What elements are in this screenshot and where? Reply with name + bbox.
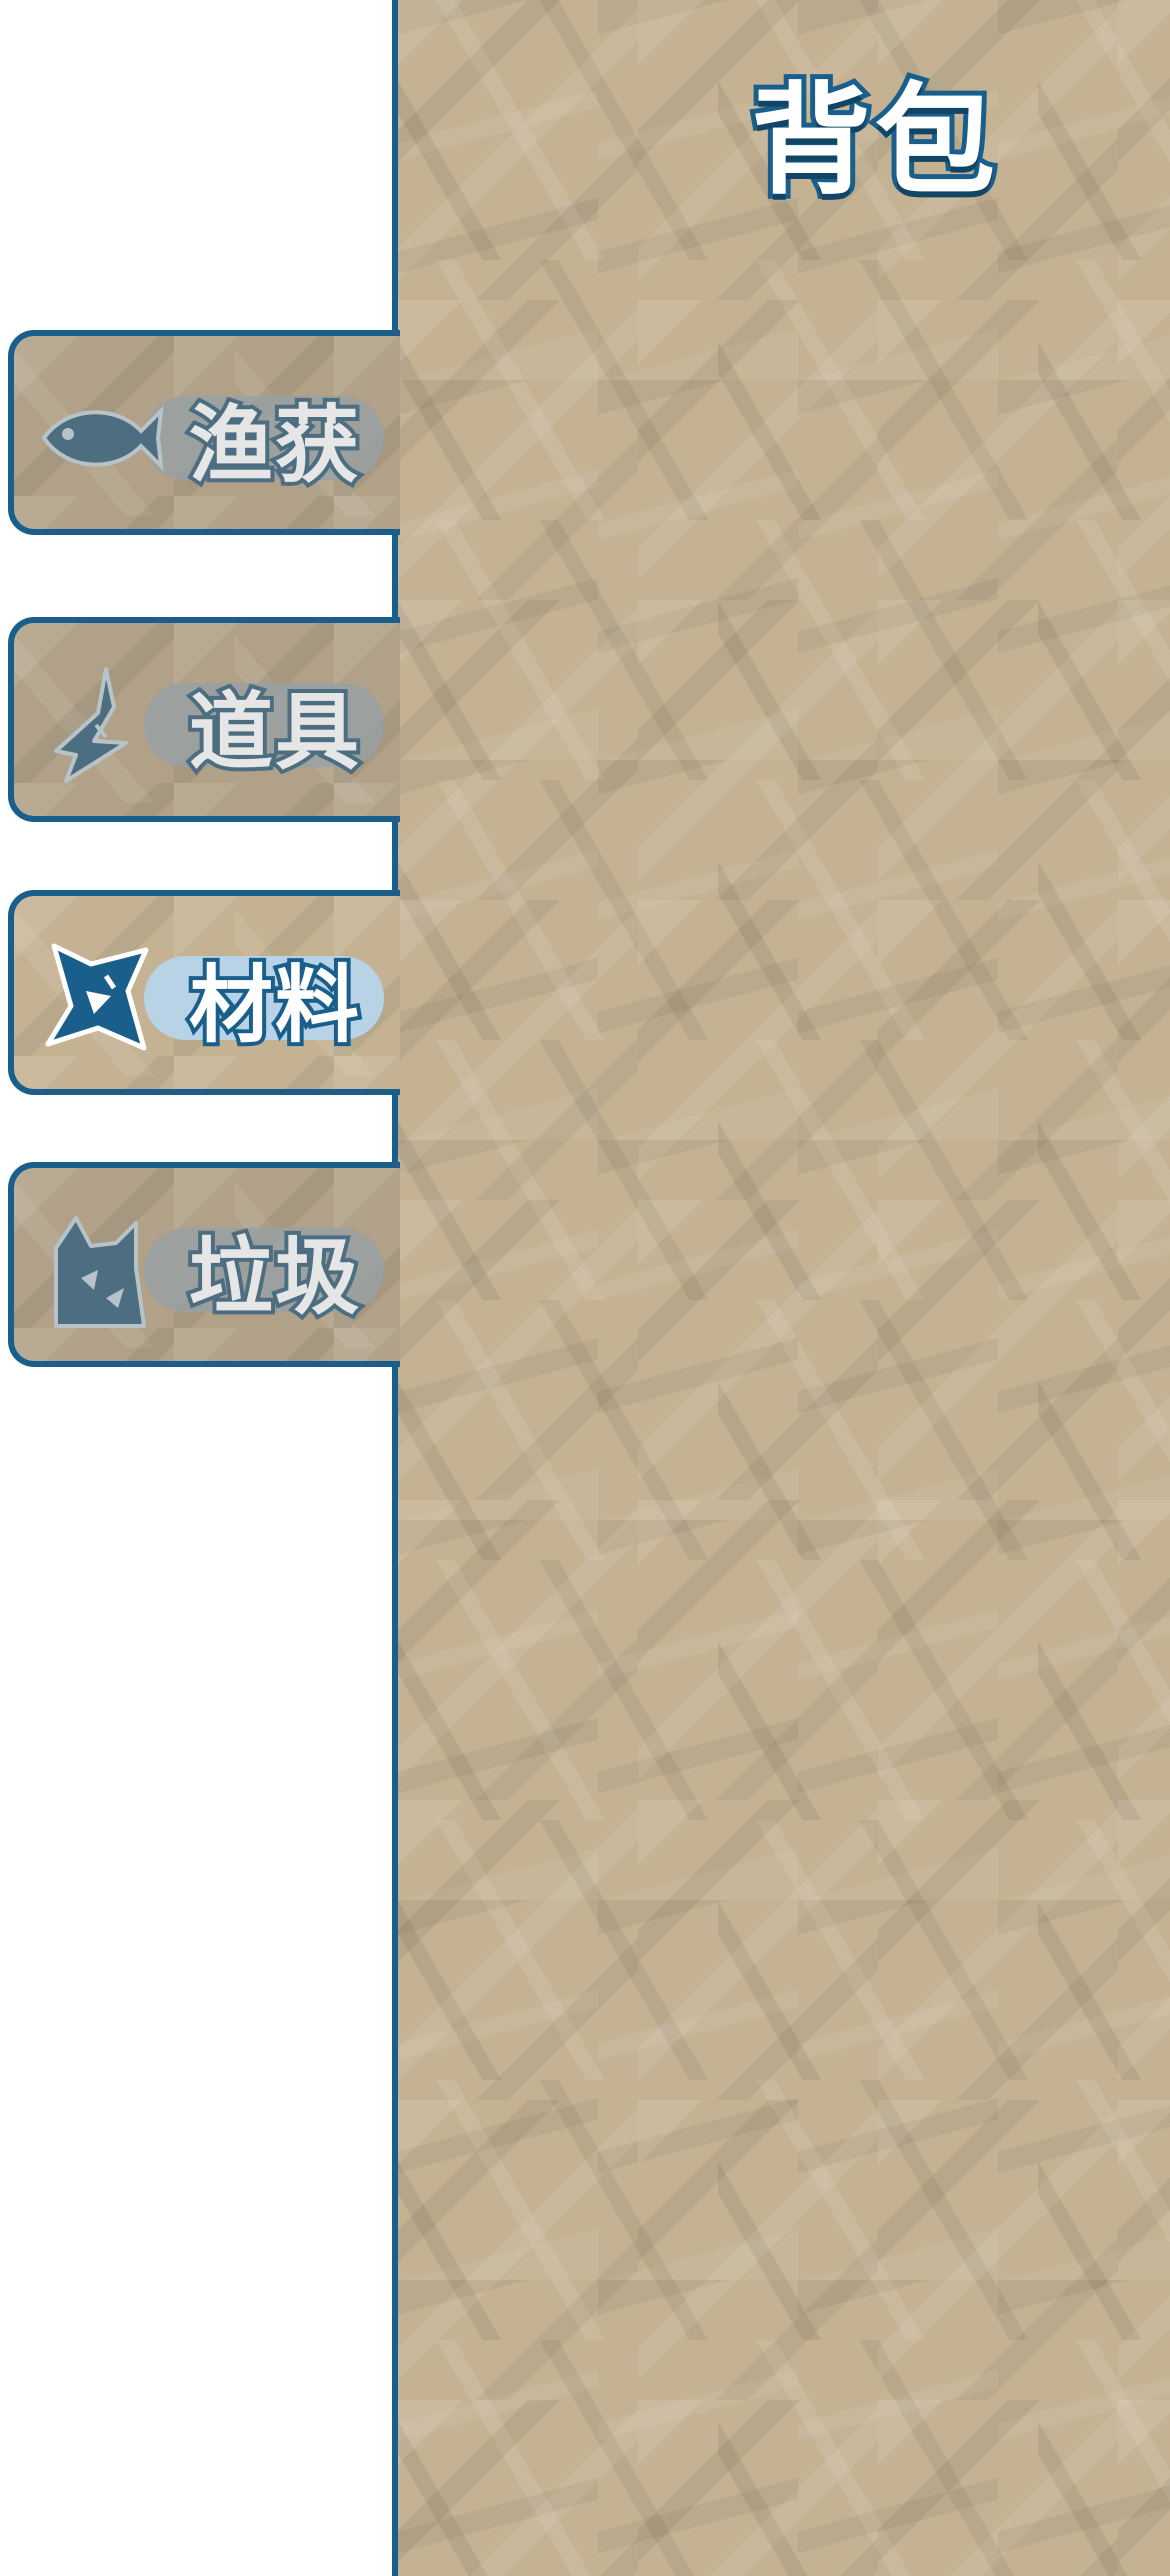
page-title: 背包 — [746, 67, 1000, 216]
tab-trash[interactable]: 垃圾 — [8, 1162, 400, 1367]
tab-tools[interactable]: 道具 — [8, 617, 400, 822]
tab-label: 渔获 — [185, 392, 363, 498]
tab-catch[interactable]: 渔获 — [8, 330, 400, 535]
inventory-panel — [392, 0, 1170, 2576]
material-shard-icon — [45, 943, 149, 1051]
trash-bag-icon — [54, 1216, 146, 1328]
tab-materials[interactable]: 材料 — [8, 890, 400, 1095]
inventory-screen: 背包 渔获 道具 材料 垃圾 — [0, 0, 1170, 2576]
tab-label: 道具 — [185, 679, 363, 785]
tab-label: 材料 — [185, 952, 363, 1058]
fish-icon — [41, 405, 164, 472]
tab-label: 垃圾 — [185, 1224, 363, 1330]
hook-icon — [54, 667, 128, 783]
